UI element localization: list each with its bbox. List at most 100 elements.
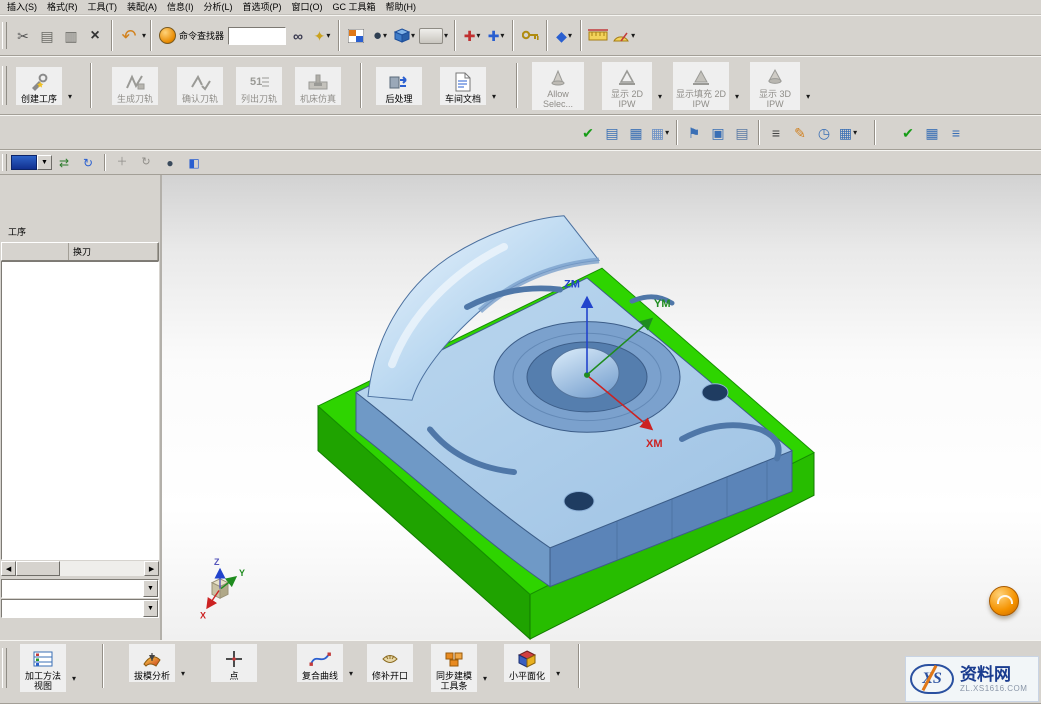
dropdown-arrow-icon[interactable]: ▾ [665, 128, 669, 137]
cut-button[interactable]: ✂ [11, 23, 35, 49]
menu-gc-toolbox[interactable]: GC 工具箱 [328, 0, 381, 14]
show-filled-2d-ipw-button[interactable]: 显示填充 2D IPW [673, 62, 729, 110]
draft-analysis-button[interactable]: 拔模分析 [129, 644, 175, 682]
scroll-thumb[interactable] [16, 561, 60, 576]
view-orientation-button[interactable]: ▾ [392, 23, 417, 49]
shaded-preview-button[interactable]: ● [158, 154, 182, 172]
navigator-filter-combo-1[interactable]: ▼ [1, 579, 159, 598]
wcs-display-button[interactable]: ◆▾ [552, 23, 576, 49]
command-finder-icon[interactable] [159, 27, 176, 44]
find-button[interactable]: ∞ [286, 23, 310, 49]
orientation-triad[interactable]: Z Y X [200, 557, 245, 620]
menu-insert[interactable]: 插入(S) [2, 0, 42, 14]
graphics-viewport[interactable]: ZM YM XM Z Y X [162, 175, 1041, 640]
table-tools-button[interactable]: ▦▾ [836, 120, 860, 146]
dropdown-arrow-icon[interactable]: ▾ [142, 31, 146, 40]
command-finder-input[interactable] [228, 27, 286, 45]
dropdown-arrow-icon[interactable]: ▾ [483, 674, 487, 683]
swap-selection-button[interactable]: ⇄ [52, 154, 76, 172]
toolbar-grip[interactable] [2, 22, 7, 49]
machine-simulation-button[interactable]: 机床仿真 [295, 67, 341, 105]
edit-list-button[interactable]: ✎ [788, 120, 812, 146]
toolbar-grip[interactable] [2, 648, 7, 688]
allow-selection-button[interactable]: Allow Selec... [532, 62, 584, 110]
composite-curve-button[interactable]: 复合曲线 [297, 644, 343, 682]
synchronous-modeling-button[interactable]: 同步建模工具条 [431, 644, 477, 692]
dropdown-arrow-icon[interactable]: ▾ [735, 92, 739, 101]
wireframe-preview-button[interactable]: ◧ [182, 154, 206, 172]
machining-method-view-button[interactable]: 加工方法视图 [20, 644, 66, 692]
milestone-button[interactable]: ⚑ [682, 120, 706, 146]
snap-move-button[interactable]: ＋ [110, 154, 134, 172]
scroll-track[interactable] [16, 561, 144, 576]
dropdown-arrow-icon[interactable]: ▾ [326, 31, 330, 40]
orient-object-button[interactable]: ✚▾ [484, 23, 508, 49]
menu-assembly[interactable]: 装配(A) [122, 0, 162, 14]
dropdown-arrow-icon[interactable]: ▾ [383, 31, 387, 40]
dropdown-arrow-icon[interactable]: ▾ [631, 31, 635, 40]
toolbar-grip[interactable] [2, 66, 7, 106]
sheet-button[interactable]: ▦ [920, 120, 944, 146]
measure-distance-button[interactable] [586, 23, 610, 49]
background-style-button[interactable]: ▾ [417, 23, 450, 49]
dropdown-arrow-icon[interactable]: ▾ [476, 31, 480, 40]
dropdown-arrow-icon[interactable]: ▾ [72, 674, 76, 683]
machine-tool-view-button[interactable]: ▦ [624, 120, 648, 146]
approve-button[interactable]: ✔ [896, 120, 920, 146]
operation-tree[interactable] [1, 261, 159, 560]
dropdown-arrow-icon[interactable]: ▾ [492, 92, 496, 101]
geometry-view-button[interactable]: ▦▾ [648, 120, 672, 146]
menu-analysis[interactable]: 分析(L) [199, 0, 238, 14]
point-button[interactable]: 点 [211, 644, 257, 682]
menu-preferences[interactable]: 首选项(P) [238, 0, 287, 14]
name-column-header[interactable] [2, 243, 69, 260]
window-layout-button[interactable] [344, 23, 368, 49]
dropdown-arrow-icon[interactable]: ▾ [658, 92, 662, 101]
tool-change-column-header[interactable]: 换刀 [69, 243, 158, 260]
menu-tools[interactable]: 工具(T) [83, 0, 123, 14]
property-list-button[interactable]: ≡ [764, 120, 788, 146]
menu-help[interactable]: 帮助(H) [381, 0, 422, 14]
move-object-button[interactable]: ✚▾ [460, 23, 484, 49]
refresh-selection-button[interactable]: ↻ [76, 154, 100, 172]
dropdown-arrow-icon[interactable]: ▾ [444, 31, 448, 40]
show-3d-ipw-button[interactable]: 显示 3D IPW [750, 62, 800, 110]
dropdown-arrow-icon[interactable]: ▾ [500, 31, 504, 40]
paste-button[interactable]: ▥ [59, 23, 83, 49]
dropdown-arrow-icon[interactable]: ▾ [411, 31, 415, 40]
display-document-button[interactable]: ▤ [730, 120, 754, 146]
shop-documentation-button[interactable]: 车间文档 [440, 67, 486, 105]
selection-scope-combo[interactable]: ▼ [37, 155, 52, 170]
dropdown-arrow-icon[interactable]: ▾ [181, 669, 185, 678]
show-2d-ipw-button[interactable]: 显示 2D IPW [602, 62, 652, 110]
dropdown-arrow-icon[interactable]: ▾ [556, 669, 560, 678]
postprocess-button[interactable]: 后处理 [376, 67, 422, 105]
display-workpiece-button[interactable]: ▣ [706, 120, 730, 146]
rendering-style-button[interactable]: ●▾ [368, 23, 392, 49]
patch-opening-button[interactable]: 修补开口 [367, 644, 413, 682]
menu-information[interactable]: 信息(I) [162, 0, 199, 14]
snap-point-button[interactable] [518, 23, 542, 49]
snap-rotate-button[interactable]: ↻ [134, 154, 158, 172]
generate-check-button[interactable]: ✔ [576, 120, 600, 146]
measure-angle-button[interactable]: ▾ [610, 23, 637, 49]
dropdown-arrow-icon[interactable]: ▾ [853, 128, 857, 137]
dropdown-arrow-icon[interactable]: ▾ [568, 31, 572, 40]
report-button[interactable]: ≡ [944, 120, 968, 146]
facet-body-button[interactable]: 小平面化 [504, 644, 550, 682]
copy-button[interactable]: ▤ [35, 23, 59, 49]
program-view-button[interactable]: ▤ [600, 120, 624, 146]
combo-dropdown-button[interactable]: ▼ [143, 580, 158, 597]
floating-assistant-badge[interactable] [989, 586, 1019, 616]
combo-dropdown-button[interactable]: ▼ [143, 600, 158, 617]
generate-toolpath-button[interactable]: 生成刀轨 [112, 67, 158, 105]
menu-window[interactable]: 窗口(O) [287, 0, 328, 14]
scroll-left-button[interactable]: ◀ [1, 561, 16, 576]
scroll-right-button[interactable]: ▶ [144, 561, 159, 576]
verify-toolpath-button[interactable]: 确认刀轨 [177, 67, 223, 105]
toolbar-grip[interactable] [2, 154, 7, 170]
history-button[interactable]: ◷ [812, 120, 836, 146]
dropdown-arrow-icon[interactable]: ▾ [68, 92, 72, 101]
menu-format[interactable]: 格式(R) [42, 0, 83, 14]
finder-options-button[interactable]: ✦▾ [310, 23, 334, 49]
